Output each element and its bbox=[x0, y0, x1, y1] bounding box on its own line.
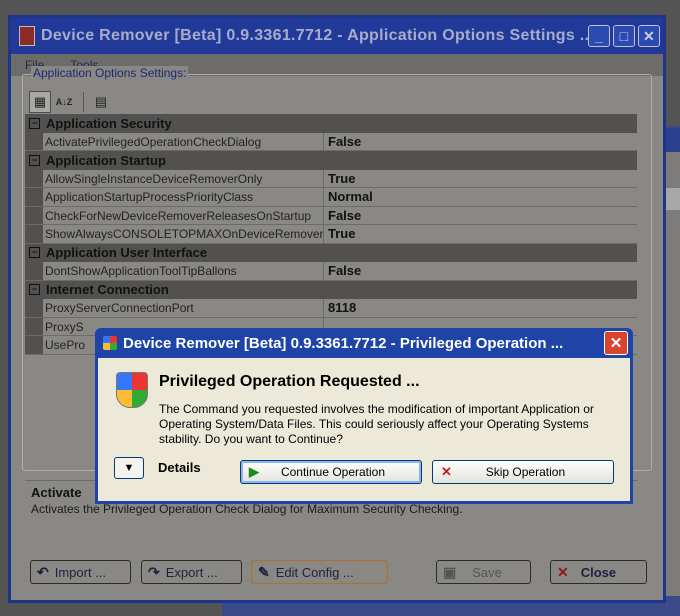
grid-property-row[interactable]: ProxyServerConnectionPort 8118 bbox=[25, 299, 637, 318]
export-icon: ↷ bbox=[148, 563, 160, 580]
minimize-button[interactable]: _ bbox=[588, 25, 610, 47]
collapse-icon[interactable]: − bbox=[29, 247, 40, 259]
grid-category[interactable]: − Internet Connection bbox=[25, 280, 637, 299]
grid-property-row[interactable]: AllowSingleInstanceDeviceRemoverOnly True bbox=[25, 169, 637, 188]
save-icon: ▣ bbox=[443, 563, 457, 580]
edit-config-button[interactable]: ✎ Edit Config ... bbox=[251, 560, 388, 584]
property-name: AllowSingleInstanceDeviceRemoverOnly bbox=[43, 169, 324, 187]
window-titlebar[interactable]: Device Remover [Beta] 0.9.3361.7712 - Ap… bbox=[11, 18, 663, 54]
dialog-close-button[interactable]: ✕ bbox=[604, 331, 628, 355]
continue-operation-button[interactable]: ▶ Continue Operation bbox=[240, 460, 422, 484]
grid-property-row[interactable]: ShowAlwaysCONSOLETOPMAXOnDeviceRemover Tr… bbox=[25, 225, 637, 244]
dialog-body: Privileged Operation Requested ... The C… bbox=[98, 358, 630, 501]
close-button[interactable]: ✕ Close bbox=[550, 560, 647, 584]
app-icon bbox=[19, 26, 35, 46]
save-button[interactable]: ▣ Save bbox=[436, 560, 531, 584]
security-shield-icon bbox=[116, 372, 148, 408]
grid-property-row[interactable]: ApplicationStartupProcessPriorityClass No… bbox=[25, 188, 637, 207]
property-value[interactable]: True bbox=[324, 225, 637, 243]
collapse-icon[interactable]: − bbox=[29, 117, 40, 129]
close-window-button[interactable]: ✕ bbox=[638, 25, 660, 47]
grid-category[interactable]: − Application Startup bbox=[25, 151, 637, 170]
property-name: CheckForNewDeviceRemoverReleasesOnStartu… bbox=[43, 206, 324, 224]
category-label: Application Security bbox=[46, 115, 172, 131]
details-expand-button[interactable]: ▼ bbox=[114, 457, 144, 479]
category-label: Application User Interface bbox=[46, 245, 208, 261]
property-pages-icon[interactable]: ▤ bbox=[90, 91, 112, 113]
grid-property-row[interactable]: DontShowApplicationToolTipBallons False bbox=[25, 262, 637, 281]
property-name: DontShowApplicationToolTipBallons bbox=[43, 262, 324, 280]
grid-property-row[interactable]: ActivatePrivilegedOperationCheckDialog Fa… bbox=[25, 132, 637, 151]
grid-property-row[interactable]: CheckForNewDeviceRemoverReleasesOnStartu… bbox=[25, 206, 637, 225]
dialog-message: The Command you requested involves the m… bbox=[159, 402, 594, 446]
property-name: ShowAlwaysCONSOLETOPMAXOnDeviceRemover bbox=[45, 225, 324, 243]
windows-shield-icon bbox=[103, 336, 117, 350]
property-value[interactable]: Normal bbox=[324, 188, 637, 206]
description-text: Activates the Privileged Operation Check… bbox=[31, 502, 463, 516]
collapse-icon[interactable]: − bbox=[29, 154, 40, 166]
details-label: Details bbox=[158, 460, 201, 475]
import-icon: ↶ bbox=[37, 563, 49, 580]
export-button[interactable]: ↷ Export ... bbox=[141, 560, 242, 584]
skip-operation-button[interactable]: ✕ Skip Operation bbox=[432, 460, 614, 484]
edit-config-icon: ✎ bbox=[258, 563, 270, 580]
grid-category[interactable]: − Application Security bbox=[25, 114, 637, 133]
property-value[interactable]: False bbox=[324, 262, 637, 280]
property-value[interactable]: True bbox=[324, 169, 637, 187]
window-title: Device Remover [Beta] 0.9.3361.7712 - Ap… bbox=[41, 27, 588, 44]
dialog-title: Device Remover [Beta] 0.9.3361.7712 - Pr… bbox=[123, 334, 564, 352]
categorized-icon[interactable]: ▦ bbox=[29, 91, 51, 113]
options-group-label: Application Options Settings: bbox=[31, 66, 189, 80]
category-label: Internet Connection bbox=[46, 282, 169, 298]
grid-toolbar: ▦ A↓Z ▤ bbox=[29, 89, 114, 115]
property-value[interactable]: 8118 bbox=[324, 299, 637, 317]
property-grid: − Application Security ActivatePrivilegedO… bbox=[25, 114, 637, 359]
dialog-heading: Privileged Operation Requested ... bbox=[159, 373, 420, 390]
collapse-icon[interactable]: − bbox=[29, 284, 40, 296]
property-name: ProxyServerConnectionPort bbox=[43, 299, 324, 317]
maximize-button[interactable]: □ bbox=[613, 25, 635, 47]
close-x-icon: ✕ bbox=[557, 563, 569, 580]
chevron-down-icon: ▼ bbox=[123, 462, 135, 474]
import-button[interactable]: ↶ Import ... bbox=[30, 560, 131, 584]
dialog-titlebar[interactable]: Device Remover [Beta] 0.9.3361.7712 - Pr… bbox=[95, 328, 633, 358]
alphabetical-icon[interactable]: A↓Z bbox=[53, 91, 75, 113]
privileged-operation-dialog: Device Remover [Beta] 0.9.3361.7712 - Pr… bbox=[95, 328, 633, 504]
property-value[interactable]: False bbox=[324, 132, 637, 150]
property-name: ActivatePrivilegedOperationCheckDialog bbox=[43, 132, 324, 150]
grid-category[interactable]: − Application User Interface bbox=[25, 243, 637, 262]
property-name: ApplicationStartupProcessPriorityClass bbox=[43, 188, 324, 206]
play-arrow-icon: ▶ bbox=[249, 464, 259, 479]
category-label: Application Startup bbox=[46, 152, 166, 168]
property-value[interactable]: False bbox=[324, 206, 637, 224]
skip-x-icon: ✕ bbox=[441, 464, 452, 479]
